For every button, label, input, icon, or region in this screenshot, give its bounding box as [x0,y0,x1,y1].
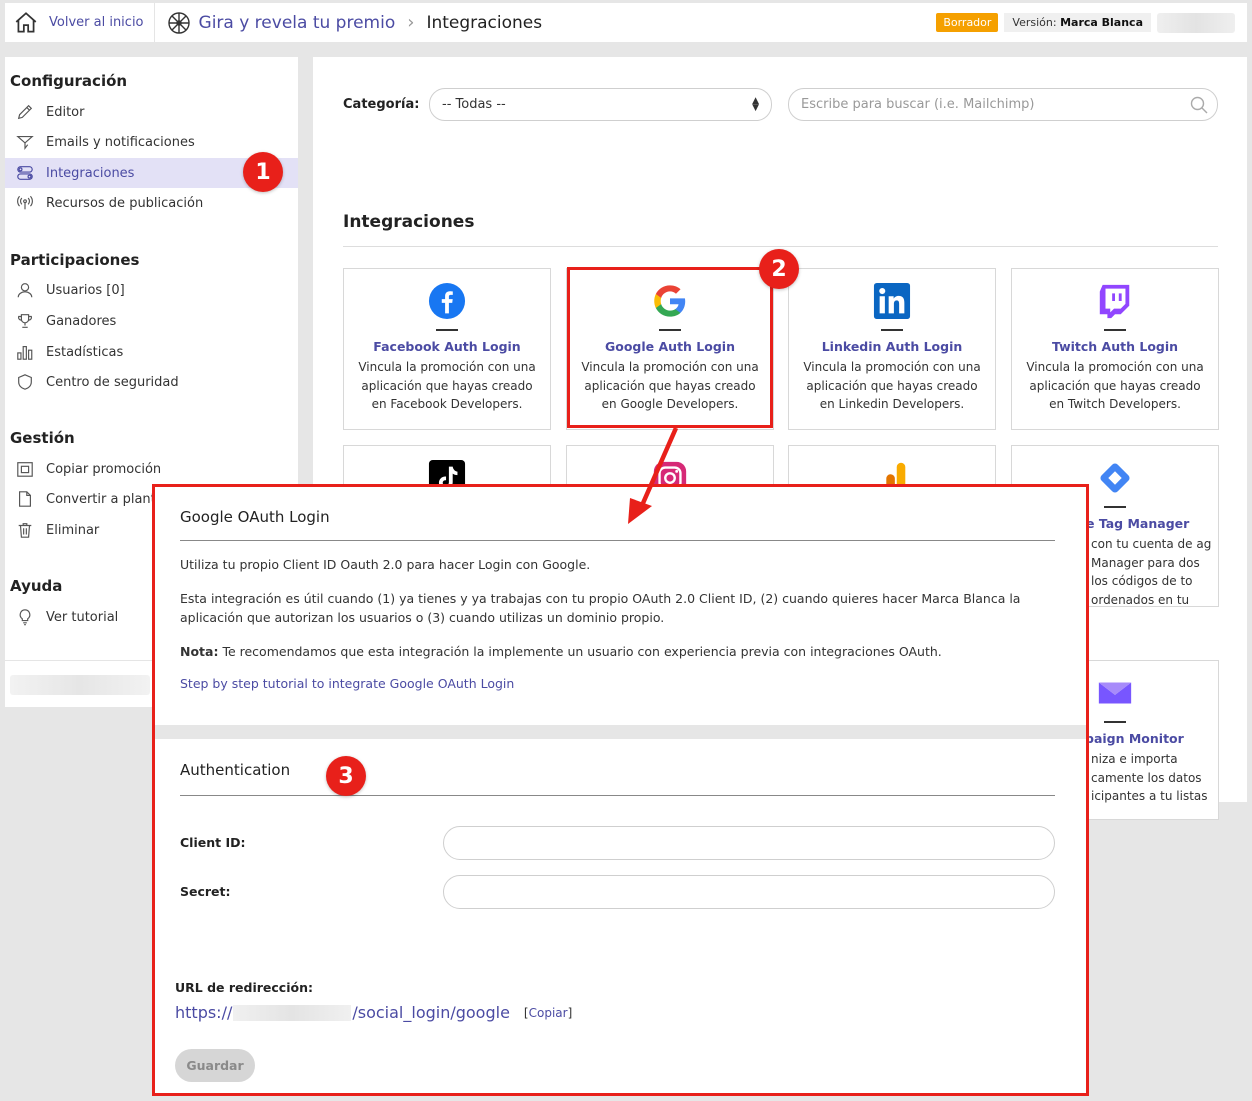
sidebar-item-label: Editor [46,104,85,120]
sidebar-item-label: Eliminar [46,522,100,538]
document-icon [19,491,31,507]
annotation-marker-3: 3 [326,756,366,796]
sidebar-item-usuarios[interactable]: Usuarios [0] [5,275,298,305]
card-description: Vincula la promoción con una aplicación … [358,360,536,411]
card-description: Vincula la promoción con una aplicación … [1026,360,1204,411]
integrations-divider [343,246,1218,247]
breadcrumb: Gira y revela tu premio › Integraciones [167,11,543,35]
sidebar-item-emails[interactable]: Emails y notificaciones [5,127,298,157]
home-label: Volver al inicio [49,15,144,30]
sidebar-item-label: Integraciones [46,165,135,181]
sidebar-item-copiar[interactable]: Copiar promoción [5,454,298,484]
sidebar-item-label: Recursos de publicación [46,195,204,211]
card-title: Facebook Auth Login [373,339,521,354]
paper-plane-icon [16,136,34,151]
sidebar-item-estadisticas[interactable]: Estadísticas [5,337,298,367]
pencil-icon [17,104,33,120]
breadcrumb-current: Integraciones [426,12,543,33]
integration-card-twitch[interactable]: Twitch Auth Login Vincula la promoción c… [1011,268,1219,430]
sidebar-footer-redacted [10,675,150,695]
sidebar-item-label: Ver tutorial [46,609,119,625]
sidebar-item-ganadores[interactable]: Ganadores [5,306,298,336]
toggles-icon [17,166,33,180]
user-menu-redacted[interactable] [1157,12,1235,33]
highlight-modal [152,484,1089,1096]
annotation-arrow [628,427,679,524]
tag-manager-icon [1100,463,1130,493]
twitch-icon [1099,284,1130,319]
linkedin-icon [873,282,911,320]
lightbulb-icon [19,609,31,626]
campaign-monitor-icon [1098,682,1132,704]
copy-icon [17,462,33,477]
wheel-icon [167,11,190,34]
chevron-right-icon: › [407,12,415,33]
sidebar-item-recursos[interactable]: Recursos de publicación [5,188,298,218]
sidebar-item-label: Estadísticas [46,344,124,360]
card-description: Vincula la promoción con una aplicación … [803,360,981,411]
search-input[interactable] [788,88,1218,121]
breadcrumb-campaign[interactable]: Gira y revela tu premio [199,13,396,33]
card-divider [1104,506,1126,508]
version-prefix: Versión: [1012,16,1057,29]
integration-card-facebook[interactable]: Facebook Auth Login Vincula la promoción… [343,268,551,430]
home-icon [15,11,37,33]
category-label: Categoría: [343,97,420,112]
section-title-ayuda: Ayuda [10,577,63,595]
sidebar-item-editor[interactable]: Editor [5,97,298,127]
section-title-gestion: Gestión [10,429,75,447]
version-label: Versión: Marca Blanca [1004,13,1151,32]
integrations-title: Integraciones [343,212,475,232]
category-select-value: -- Todas -- [442,97,506,112]
sidebar-item-label: Emails y notificaciones [46,134,195,150]
sidebar-item-label: Usuarios [0] [46,282,125,298]
bar-chart-icon [17,346,33,360]
home-link[interactable]: Volver al inicio [5,3,155,42]
section-title-participaciones: Participaciones [10,251,140,269]
card-divider [1104,329,1126,331]
sidebar-item-label: Centro de seguridad [46,374,179,390]
trophy-icon [17,314,33,328]
card-title: Twitch Auth Login [1051,339,1179,354]
trash-icon [18,523,32,538]
facebook-icon [428,282,466,320]
category-select[interactable]: -- Todas -- ▲ ▼ [429,88,772,121]
status-badge: Borrador [936,13,999,32]
card-divider [881,329,903,331]
sidebar-item-label: Convertir a plantil [46,491,163,507]
card-title: Linkedin Auth Login [821,339,963,354]
select-arrows-icon: ▲ ▼ [752,95,759,113]
broadcast-icon [17,195,33,210]
version-value: Marca Blanca [1060,16,1143,29]
sidebar-item-label: Copiar promoción [46,461,162,477]
section-title-configuracion: Configuración [10,72,128,90]
card-divider [436,329,458,331]
shield-icon [18,374,32,390]
card-divider [1104,721,1126,723]
annotation-marker-2: 2 [759,249,799,289]
highlight-google-card [567,267,773,428]
sidebar-item-label: Ganadores [46,313,117,329]
user-icon [17,283,33,298]
annotation-marker-1: 1 [243,152,283,192]
search-icon[interactable] [1189,95,1209,115]
sidebar-item-seguridad[interactable]: Centro de seguridad [5,367,298,397]
integration-card-linkedin[interactable]: Linkedin Auth Login Vincula la promoción… [788,268,996,430]
top-bar: Volver al inicio Gira y revela tu premio… [5,3,1247,42]
